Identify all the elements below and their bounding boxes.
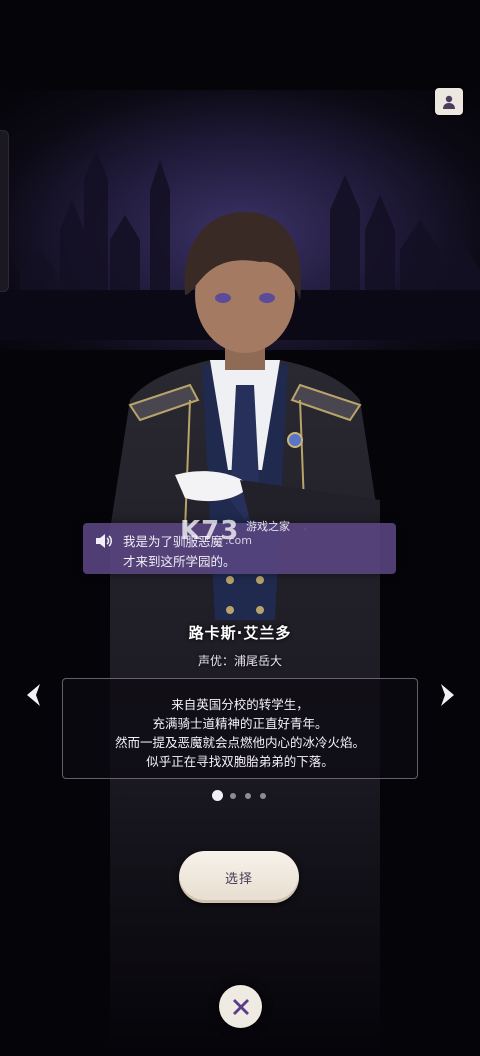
page-dot[interactable] xyxy=(245,793,251,799)
character-name: 路卡斯·艾兰多 xyxy=(188,624,292,642)
profile-icon xyxy=(443,95,455,109)
chevron-left-icon[interactable] xyxy=(22,682,46,708)
select-button[interactable]: 选择 xyxy=(179,851,299,903)
voice-actor-name: 浦尾岳大 xyxy=(234,654,283,668)
speech-line-2: 才来到这所学园的。 xyxy=(123,554,236,569)
side-drawer-handle[interactable] xyxy=(0,130,9,292)
chevron-right-icon[interactable] xyxy=(435,682,459,708)
character-description: 来自英国分校的转学生， 充满骑士道精神的正直好青年。 然而一提及恶魔就会点燃他内… xyxy=(62,678,418,779)
page-dot[interactable] xyxy=(230,793,236,799)
page-indicator xyxy=(210,790,270,802)
voice-actor: 声优：浦尾岳大 xyxy=(0,652,480,669)
character-select-screen: 我是为了驯服恶魔 才来到这所学园的。 K73 游戏之家 .com 路卡斯·艾兰多… xyxy=(0,0,480,1056)
description-line: 然而一提及恶魔就会点燃他内心的冰冷火焰。 xyxy=(114,735,365,750)
watermark: K73 游戏之家 .com xyxy=(180,516,300,552)
description-line: 来自英国分校的转学生， xyxy=(171,697,309,712)
description-line: 充满骑士道精神的正直好青年。 xyxy=(152,716,328,731)
select-button-label: 选择 xyxy=(224,871,253,887)
page-dot[interactable] xyxy=(260,793,266,799)
close-button[interactable] xyxy=(219,985,262,1028)
close-icon xyxy=(232,998,249,1015)
voice-actor-label: 声优： xyxy=(197,654,234,668)
profile-button[interactable] xyxy=(435,88,463,115)
watermark-domain: .com xyxy=(225,534,252,547)
page-dot-active[interactable] xyxy=(212,790,223,801)
description-line: 似乎正在寻找双胞胎弟弟的下落。 xyxy=(146,754,334,769)
watermark-site-name: 游戏之家 xyxy=(246,520,290,533)
speaker-icon[interactable] xyxy=(95,533,113,549)
